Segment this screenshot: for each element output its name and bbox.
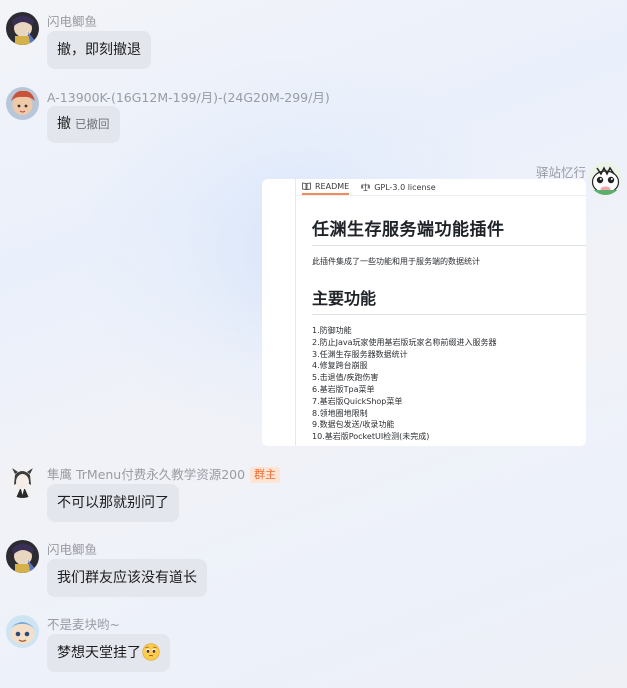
owner-badge: 群主 [250, 467, 281, 483]
list-item: 6.基岩版Tpa菜单 [312, 384, 375, 394]
sender-name: 闪电鲫鱼 [47, 542, 98, 557]
avatar[interactable] [6, 87, 39, 120]
message-bubble[interactable]: 梦想天堂挂了 [47, 634, 170, 672]
message-text: 梦想天堂挂了 [57, 645, 141, 661]
list-item: 10.基岩版PocketUI检测(未完成) [312, 432, 430, 442]
list-item: 7.基岩版QuickShop菜单 [312, 396, 403, 406]
recall-note: 已撤回 [75, 117, 110, 131]
list-item: 9.数据包发送/收录功能 [312, 420, 395, 430]
avatar[interactable] [6, 540, 39, 573]
message-bubble[interactable]: 不可以那就别问了 [47, 484, 179, 522]
message-text: 撤 [57, 116, 71, 132]
readme-description: 此插件集成了一些功能和用于服务端的数据统计 [312, 257, 480, 266]
message-bubble[interactable]: 撤已撤回 [47, 106, 120, 143]
divider [312, 314, 586, 315]
tab-label: README [315, 181, 350, 191]
book-icon [302, 182, 311, 190]
readme-section-title: 主要功能 [312, 289, 377, 308]
readme-title: 任渊生存服务端功能插件 [312, 220, 505, 240]
pleading-face-icon [142, 643, 160, 661]
sender-name: A-13900K-(16G12M-199/月)-(24G20M-299/月) [47, 90, 330, 105]
sender-name: 隼鹰 TrMenu付费永久教学资源200 群主 [47, 464, 281, 483]
list-item: 2.防止Java玩家使用基岩版玩家名称前缀进入服务器 [312, 337, 497, 347]
tab-license: GPL-3.0 license [361, 182, 436, 192]
sender-name: 闪电鲫鱼 [47, 14, 98, 29]
avatar[interactable] [6, 465, 39, 498]
avatar[interactable] [6, 615, 39, 648]
list-item: 5.击退值/疾跑伤害 [312, 373, 379, 383]
message-bubble[interactable]: 撤，即刻撤退 [47, 31, 151, 69]
avatar[interactable] [6, 12, 39, 45]
divider [312, 245, 586, 246]
readme-screenshot: README GPL-3.0 license 任渊生存服务端功能插件 此插件集成… [295, 179, 586, 446]
list-item: 1.防御功能 [312, 326, 352, 335]
shared-image[interactable]: README GPL-3.0 license 任渊生存服务端功能插件 此插件集成… [262, 179, 586, 446]
readme-tabs: README GPL-3.0 license [296, 179, 586, 196]
message-bubble[interactable]: 我们群友应该没有道长 [47, 559, 207, 597]
avatar[interactable] [589, 162, 622, 195]
feature-list: 1.防御功能 2.防止Java玩家使用基岩版玩家名称前缀进入服务器 3.任渊生存… [312, 325, 586, 443]
list-item: 4.修复跨台崩服 [312, 361, 368, 371]
tab-readme: README [302, 179, 350, 195]
sender-name-text: 隼鹰 TrMenu付费永久教学资源200 [47, 467, 246, 482]
list-item: 3.任渊生存服务器数据统计 [312, 349, 408, 359]
scale-icon [361, 183, 371, 191]
sender-name: 不是麦块哟~ [47, 617, 120, 632]
tab-label: GPL-3.0 license [374, 182, 436, 192]
list-item: 8.领地圈地限制 [312, 408, 368, 418]
